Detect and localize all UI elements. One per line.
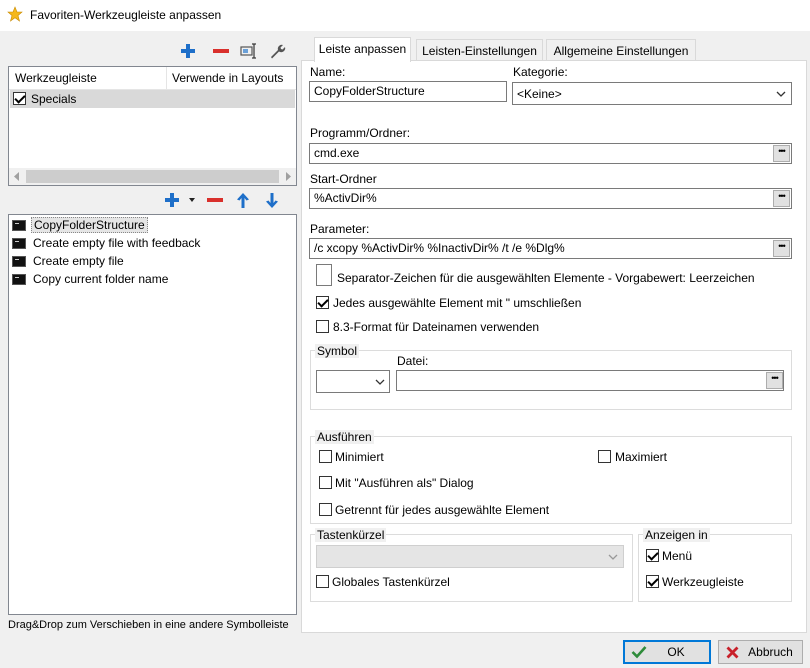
- add-toolbar-icon[interactable]: [180, 43, 196, 59]
- runas-label: Mit "Ausführen als" Dialog: [335, 476, 474, 490]
- program-label: Programm/Ordner:: [310, 126, 411, 140]
- wrench-icon[interactable]: [268, 42, 286, 60]
- scrollbar-thumb[interactable]: [26, 170, 279, 183]
- terminal-icon: [12, 238, 26, 249]
- symbol-group-title: Symbol: [315, 344, 360, 358]
- terminal-icon: [12, 256, 26, 267]
- parameter-input[interactable]: /c xcopy %ActivDir% %InactivDir% /t /e %…: [309, 238, 792, 259]
- star-icon: [7, 6, 23, 22]
- drag-drop-hint: Drag&Drop zum Verschieben in eine andere…: [8, 619, 289, 631]
- separate-label: Getrennt für jedes ausgewählte Element: [335, 503, 550, 517]
- short83-label: 8.3-Format für Dateinamen verwenden: [333, 320, 540, 334]
- command-label: Create empty file with feedback: [33, 236, 201, 250]
- category-select[interactable]: <Keine>: [512, 82, 792, 105]
- column-separator: [166, 67, 167, 89]
- toolbars-table-header: Werkzeugleiste Verwende in Layouts: [9, 67, 296, 90]
- column-header-toolbar[interactable]: Werkzeugleiste: [15, 71, 97, 85]
- command-label: Copy current folder name: [33, 272, 169, 286]
- start-folder-input[interactable]: %ActivDir%: [309, 188, 792, 209]
- rename-toolbar-icon[interactable]: [240, 42, 258, 60]
- terminal-icon: [12, 220, 26, 231]
- program-browse-button[interactable]: •••: [773, 145, 790, 162]
- short83-checkbox[interactable]: [316, 320, 329, 333]
- start-folder-browse-button[interactable]: •••: [773, 190, 790, 207]
- close-icon: [726, 646, 739, 659]
- file-browse-button[interactable]: •••: [766, 372, 783, 389]
- file-input[interactable]: [396, 370, 784, 391]
- separate-checkbox[interactable]: [319, 503, 332, 516]
- column-header-layouts[interactable]: Verwende in Layouts: [172, 71, 283, 85]
- category-label: Kategorie:: [513, 65, 568, 79]
- shortcut-select[interactable]: [316, 545, 624, 568]
- name-label: Name:: [310, 65, 346, 79]
- minimized-checkbox[interactable]: [319, 450, 332, 463]
- show-in-group: [638, 534, 792, 602]
- remove-command-icon[interactable]: [206, 192, 224, 208]
- add-command-dropdown-icon[interactable]: [189, 198, 195, 202]
- show-menu-checkbox[interactable]: [646, 549, 659, 562]
- file-label: Datei:: [397, 354, 429, 368]
- separator-input[interactable]: [316, 264, 332, 286]
- scroll-left-icon[interactable]: [13, 172, 21, 181]
- tab-bar-settings[interactable]: Leisten-Einstellungen: [416, 39, 543, 61]
- run-group-title: Ausführen: [315, 430, 374, 444]
- symbol-select[interactable]: [316, 370, 390, 393]
- name-input[interactable]: CopyFolderStructure: [309, 81, 507, 102]
- quote-checkbox[interactable]: [316, 296, 329, 309]
- ok-label: OK: [667, 645, 685, 659]
- program-input[interactable]: cmd.exe: [309, 143, 792, 164]
- tab-general-settings[interactable]: Allgemeine Einstellungen: [546, 39, 696, 61]
- ok-button[interactable]: OK: [623, 640, 711, 664]
- table-row[interactable]: Specials: [10, 90, 295, 108]
- minimized-label: Minimiert: [335, 450, 384, 464]
- start-folder-label: Start-Ordner: [310, 172, 377, 186]
- toolbar-name: Specials: [31, 92, 77, 106]
- separator-label: Separator-Zeichen für die ausgewählten E…: [337, 271, 755, 285]
- chevron-down-icon: [776, 91, 786, 97]
- command-label: Create empty file: [33, 254, 124, 268]
- category-value: <Keine>: [517, 87, 562, 101]
- show-in-group-title: Anzeigen in: [643, 528, 710, 542]
- remove-toolbar-icon[interactable]: [212, 43, 230, 59]
- window-title: Favoriten-Werkzeugleiste anpassen: [30, 8, 222, 22]
- scroll-right-icon[interactable]: [284, 172, 292, 181]
- parameter-label: Parameter:: [310, 222, 370, 236]
- show-toolbar-checkbox[interactable]: [646, 575, 659, 588]
- terminal-icon: [12, 274, 26, 285]
- cancel-button[interactable]: Abbruch: [718, 640, 803, 664]
- command-label: CopyFolderStructure: [31, 217, 148, 233]
- chevron-down-icon: [608, 554, 618, 560]
- cancel-label: Abbruch: [748, 645, 793, 659]
- maximized-checkbox[interactable]: [598, 450, 611, 463]
- add-command-icon[interactable]: [164, 192, 180, 208]
- maximized-label: Maximiert: [615, 450, 668, 464]
- checkmark-icon: [631, 646, 647, 659]
- shortcut-group-title: Tastenkürzel: [315, 528, 387, 542]
- toolbar-enabled-checkbox[interactable]: [13, 92, 26, 105]
- global-shortcut-checkbox[interactable]: [316, 575, 329, 588]
- quote-label: Jedes ausgewählte Element mit " umschlie…: [333, 296, 582, 310]
- show-toolbar-label: Werkzeugleiste: [662, 575, 744, 589]
- show-menu-label: Menü: [662, 549, 693, 563]
- chevron-down-icon: [375, 379, 385, 385]
- global-shortcut-label: Globales Tastenkürzel: [332, 575, 450, 589]
- runas-checkbox[interactable]: [319, 476, 332, 489]
- move-down-icon[interactable]: [264, 192, 280, 209]
- move-up-icon[interactable]: [235, 192, 251, 209]
- parameter-browse-button[interactable]: •••: [773, 240, 790, 257]
- tab-customize-bar[interactable]: Leiste anpassen: [314, 37, 411, 62]
- title-bar: Favoriten-Werkzeugleiste anpassen: [0, 0, 810, 31]
- horizontal-scrollbar[interactable]: [9, 168, 296, 185]
